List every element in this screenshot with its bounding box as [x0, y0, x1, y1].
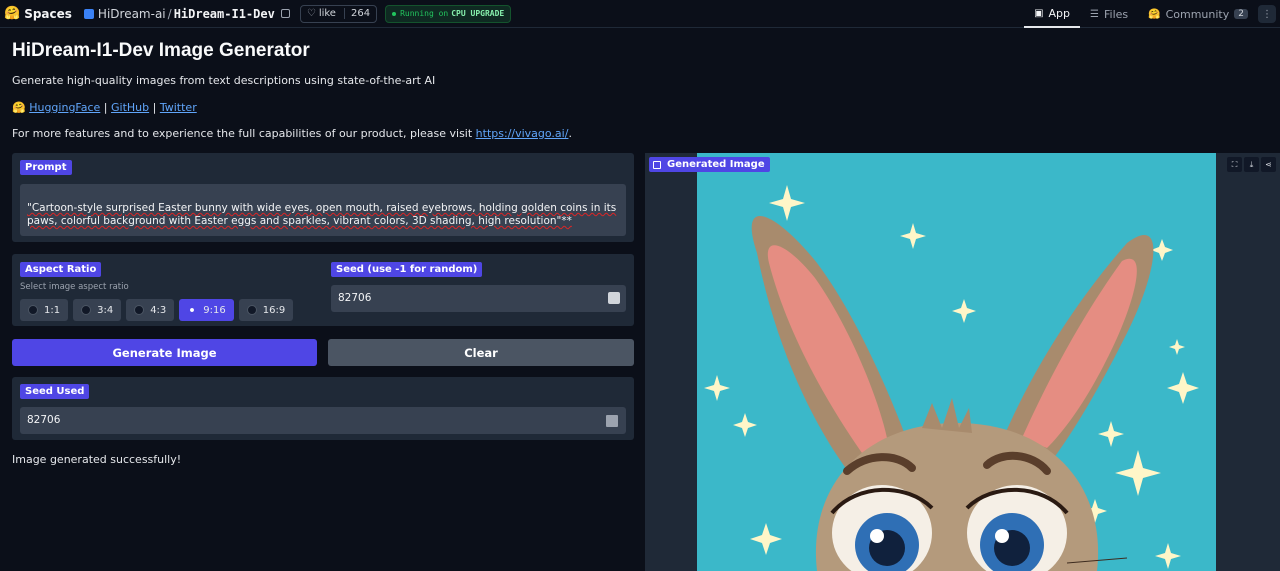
path-separator: /: [167, 6, 172, 21]
app-icon: ▣: [1034, 7, 1044, 19]
image-actions: ⛶ ⤓ ⋖: [1227, 157, 1276, 172]
status-message: Image generated successfully!: [12, 453, 182, 466]
visit-text: For more features and to experience the …: [12, 127, 473, 140]
page-title: HiDream-I1-Dev Image Generator: [12, 40, 310, 61]
clear-button[interactable]: Clear: [328, 339, 634, 366]
seed-used-panel: Seed Used 82706: [12, 377, 634, 440]
aspect-option-label: 16:9: [262, 304, 286, 316]
image-icon: [653, 160, 661, 169]
tab-community[interactable]: 🤗 Community 2: [1138, 0, 1258, 28]
generated-image[interactable]: [697, 153, 1216, 571]
aspect-option-label: 1:1: [44, 304, 61, 316]
community-count-badge: 2: [1234, 9, 1248, 19]
aspect-ratio-label: Aspect Ratio: [20, 262, 102, 277]
prompt-panel: Prompt "Cartoon-style surprised Easter b…: [12, 153, 634, 242]
aspect-option-16-9[interactable]: 16:9: [238, 299, 294, 321]
tab-files[interactable]: ☰ Files: [1080, 0, 1138, 28]
seed-used-label: Seed Used: [20, 384, 90, 399]
aspect-option-label: 9:16: [203, 304, 226, 316]
vivago-link[interactable]: https://vivago.ai/: [476, 127, 569, 140]
copy-icon[interactable]: [280, 9, 290, 18]
aspect-option-1-1[interactable]: 1:1: [20, 299, 69, 321]
generated-image-panel: Generated Image ⛶ ⤓ ⋖: [645, 153, 1280, 571]
owner-link[interactable]: HiDream-ai: [98, 7, 166, 21]
aspect-option-3-4[interactable]: 3:4: [73, 299, 122, 321]
aspect-ratio-hint: Select image aspect ratio: [20, 282, 129, 292]
page-subtitle: Generate high-quality images from text d…: [12, 74, 436, 87]
visit-notice: For more features and to experience the …: [12, 127, 572, 140]
github-link[interactable]: GitHub: [111, 101, 149, 114]
seed-used-value: 82706: [27, 414, 61, 426]
visit-end: .: [568, 127, 572, 140]
aspect-option-4-3[interactable]: 4:3: [126, 299, 175, 321]
seed-label: Seed (use -1 for random): [331, 262, 483, 277]
social-links: 🤗 HuggingFace | GitHub | Twitter: [12, 101, 197, 114]
bunny-illustration: [697, 153, 1216, 571]
like-button[interactable]: ♡ like 264: [299, 4, 378, 23]
status-badge[interactable]: Running on CPU UPGRADE: [385, 4, 512, 23]
link-separator: |: [103, 101, 108, 114]
settings-panel: Aspect Ratio Select image aspect ratio 1…: [12, 254, 634, 326]
owner-avatar-icon: [83, 8, 94, 19]
running-dot-icon: [392, 11, 397, 16]
number-spinner-icon[interactable]: [608, 292, 620, 304]
copy-icon[interactable]: [606, 415, 618, 427]
huggingface-logo-icon[interactable]: 🤗: [4, 6, 20, 21]
like-label: like: [318, 8, 336, 19]
like-count[interactable]: 264: [343, 8, 370, 19]
seed-input[interactable]: 82706: [331, 285, 626, 312]
link-separator: |: [152, 101, 157, 114]
generated-image-label-chip: Generated Image: [649, 157, 770, 172]
radio-icon: [246, 305, 257, 315]
top-bar: 🤗 Spaces HiDream-ai / HiDream-I1-Dev ♡ l…: [0, 0, 1280, 28]
prompt-text: "Cartoon-style surprised Easter bunny wi…: [27, 202, 617, 227]
tab-community-label: Community: [1165, 7, 1230, 21]
aspect-option-label: 3:4: [97, 304, 114, 316]
hardware-label: CPU UPGRADE: [451, 9, 505, 18]
twitter-link[interactable]: Twitter: [160, 101, 197, 114]
radio-icon: [28, 305, 38, 315]
running-label: Running on: [400, 9, 449, 18]
aspect-option-label: 4:3: [150, 304, 167, 316]
radio-icon: [81, 305, 92, 315]
share-icon[interactable]: ⋖: [1261, 157, 1276, 172]
fullscreen-icon[interactable]: ⛶: [1227, 157, 1242, 172]
repo-name[interactable]: HiDream-I1-Dev: [174, 7, 275, 21]
seed-used-field[interactable]: 82706: [20, 407, 626, 434]
community-icon: 🤗: [1148, 8, 1161, 20]
seed-value: 82706: [338, 292, 372, 304]
generated-image-label: Generated Image: [667, 159, 765, 170]
aspect-option-9-16[interactable]: 9:16: [179, 299, 234, 321]
tab-app-label: App: [1048, 6, 1071, 20]
hugging-emoji-icon: 🤗: [12, 101, 26, 114]
more-options-button[interactable]: ⋮: [1258, 5, 1276, 23]
spaces-link[interactable]: Spaces: [24, 7, 72, 21]
huggingface-link[interactable]: HuggingFace: [29, 101, 100, 114]
files-icon: ☰: [1090, 8, 1099, 20]
radio-icon: [134, 305, 145, 315]
prompt-label: Prompt: [20, 160, 72, 175]
prompt-textarea[interactable]: "Cartoon-style surprised Easter bunny wi…: [20, 184, 626, 236]
generate-image-button[interactable]: Generate Image: [12, 339, 317, 366]
radio-selected-icon: [187, 305, 198, 315]
tab-files-label: Files: [1104, 7, 1129, 21]
tab-app[interactable]: ▣ App: [1024, 0, 1081, 28]
download-icon[interactable]: ⤓: [1244, 157, 1259, 172]
aspect-ratio-radio-group: 1:1 3:4 4:3 9:16 16:9: [20, 299, 294, 321]
heart-icon: ♡: [306, 8, 316, 19]
